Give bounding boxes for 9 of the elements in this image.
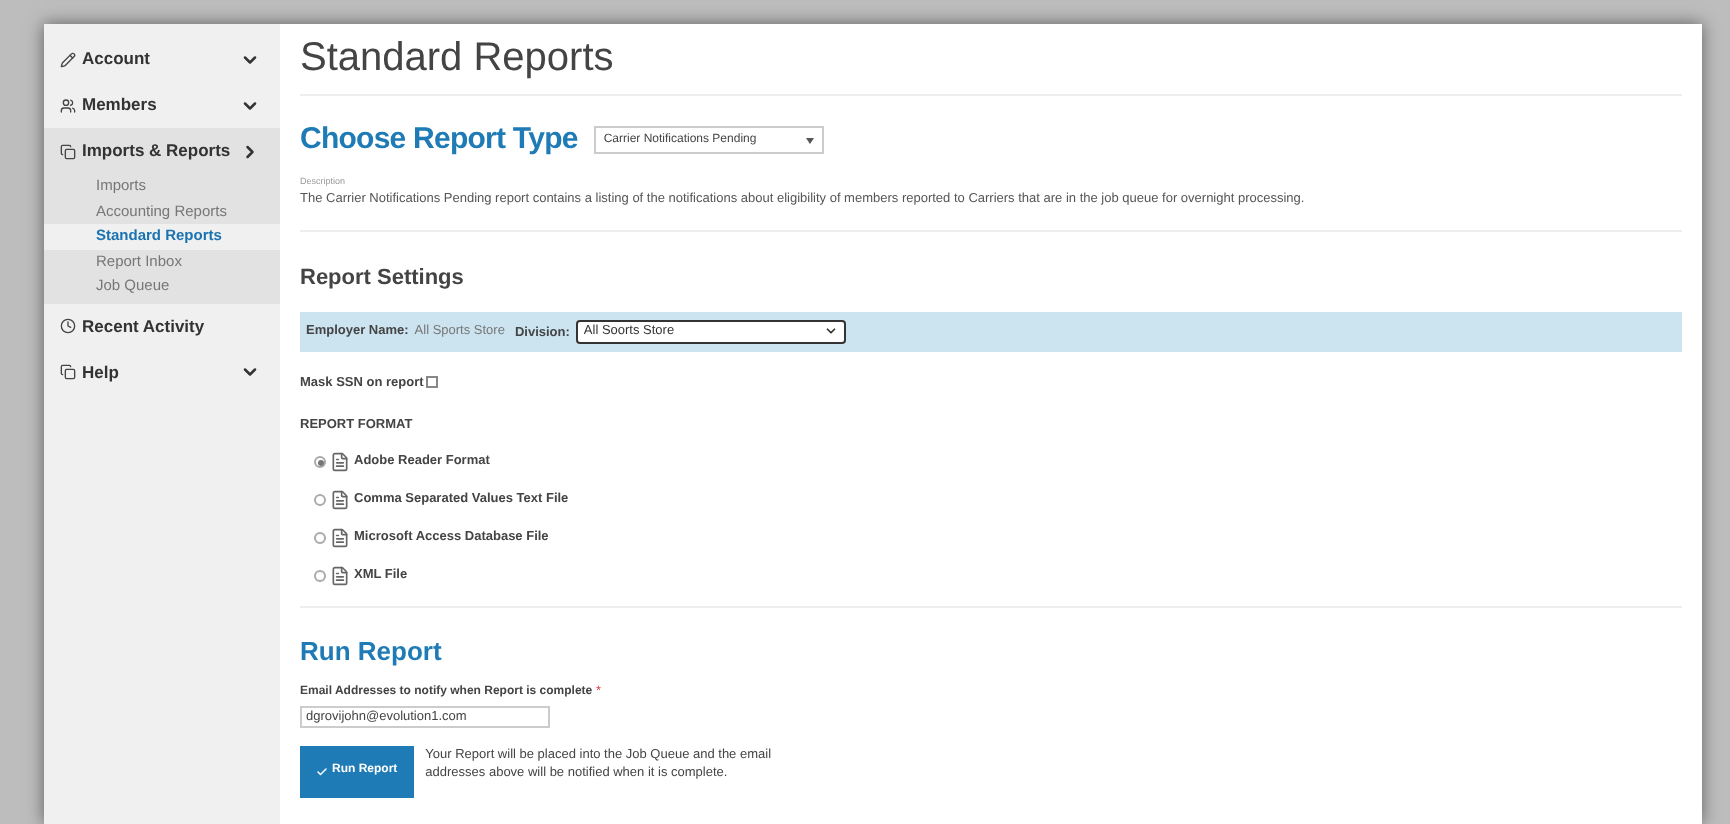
section-heading: Choose Report Type xyxy=(300,120,578,160)
page-title: Standard Reports xyxy=(300,24,1682,96)
section-heading: Run Report xyxy=(300,634,442,670)
sidebar-item[interactable]: Account xyxy=(82,46,240,72)
sidebar-item[interactable]: Members xyxy=(82,92,240,118)
section-heading: Report Settings xyxy=(300,264,466,294)
sidebar-item[interactable]: Imports & Reports xyxy=(82,138,240,164)
sidebar-item[interactable]: Help xyxy=(82,359,240,385)
sidebar-item[interactable]: Recent Activity xyxy=(82,313,260,339)
